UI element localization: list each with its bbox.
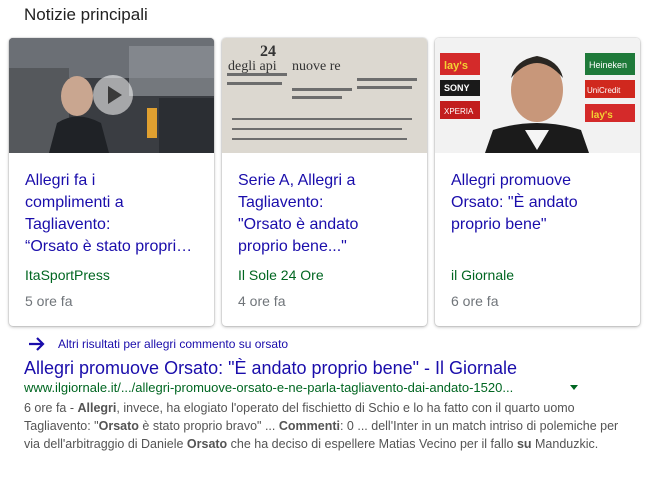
card-timestamp: 4 ore fa [238,293,286,309]
thumbnail-image: lay's SONY XPERIA Heineken UniCredit lay… [435,38,640,153]
url-dropdown-icon[interactable] [570,385,578,390]
thumb-text: nuove re [292,59,341,74]
card-source: Il Sole 24 Ore [238,267,324,283]
card-source: ItaSportPress [25,267,110,283]
result-snippet: 6 ore fa - Allegri, invece, ha elogiato … [24,399,624,453]
card-headline[interactable]: Allegri promuove Orsato: "È andato propr… [451,170,629,236]
more-results-label[interactable]: Altri risultati per allegri commento su … [58,337,288,351]
top-stories-carousel: Allegri fa i complimenti a Tagliavento: … [9,38,641,326]
news-thumbnail[interactable]: lay's SONY XPERIA Heineken UniCredit lay… [435,38,640,153]
card-headline[interactable]: Serie A, Allegri a Tagliavento: "Orsato … [238,170,416,258]
snippet-bold-term: su [516,437,532,451]
snippet-bold-term: Commenti [278,419,340,433]
thumb-text: SONY [444,83,470,93]
thumb-text: UniCredit [587,86,621,95]
snippet-text: 6 ore fa - [24,401,78,415]
snippet-text: Manduzkic. [531,437,599,451]
section-title: Notizie principali [24,5,148,24]
snippet-text: è stato proprio bravo" ... [138,419,279,433]
news-thumbnail[interactable]: 24 degli api nuove re [222,38,427,153]
thumb-text: degli api [228,59,277,74]
result-url: www.ilgiornale.it/.../allegri-promuove-o… [24,380,514,395]
card-timestamp: 5 ore fa [25,293,73,309]
thumb-text: XPERIA [444,107,474,116]
news-card[interactable]: Allegri fa i complimenti a Tagliavento: … [9,38,214,326]
thumb-text: Heineken [589,60,627,70]
result-title-link[interactable]: Allegri promuove Orsato: "È andato propr… [24,358,517,379]
snippet-bold-term: Allegri [77,401,117,415]
video-play-icon[interactable] [93,75,133,115]
snippet-bold-term: Orsato [186,437,228,451]
thumbnail-image: 24 degli api nuove re [222,38,427,153]
thumb-text: lay's [444,60,468,72]
snippet-bold-term: Orsato [98,419,139,433]
card-source: il Giornale [451,267,515,283]
news-card[interactable]: lay's SONY XPERIA Heineken UniCredit lay… [435,38,640,326]
thumb-text: 24 [260,43,276,60]
card-headline[interactable]: Allegri fa i complimenti a Tagliavento: … [25,170,203,258]
snippet-text: che ha deciso di espellere Matias Vecino… [227,437,517,451]
news-card[interactable]: 24 degli api nuove re Serie A, Allegri a… [222,38,427,326]
card-timestamp: 6 ore fa [451,293,499,309]
arrow-right-icon [29,337,45,351]
news-thumbnail[interactable] [9,38,214,153]
thumb-text: lay's [591,110,613,121]
